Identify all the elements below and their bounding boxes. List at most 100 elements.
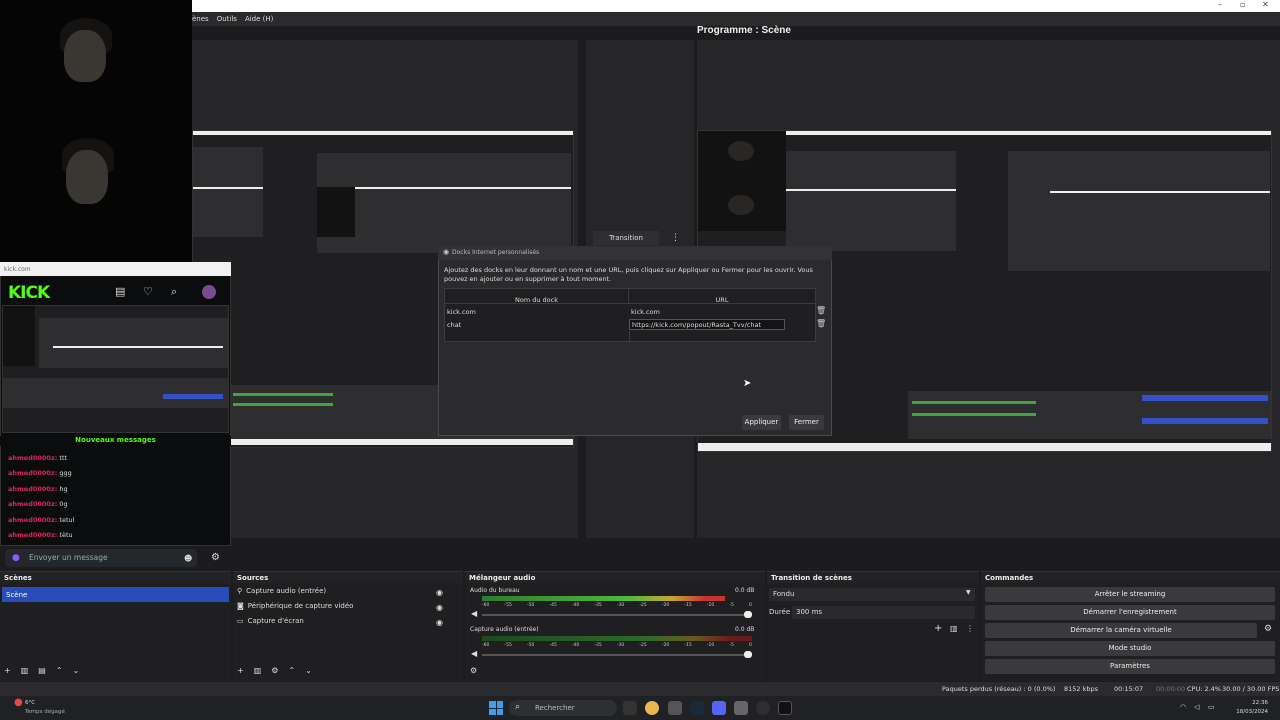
audio-meter	[482, 636, 752, 641]
duration-input[interactable]: 300 ms	[792, 606, 975, 619]
gear-icon[interactable]: ⚙	[271, 666, 278, 675]
weather-icon[interactable]: ●	[14, 697, 23, 708]
maximize-icon[interactable]: ▫	[1240, 0, 1245, 9]
volume-icon[interactable]: ◁	[1194, 703, 1199, 711]
clock-date[interactable]: 18/03/2024	[1228, 709, 1268, 715]
heart-icon[interactable]: ♡	[143, 285, 153, 298]
eye-icon[interactable]: ◉	[436, 603, 443, 612]
new-messages-banner[interactable]: Nouveaux messages	[0, 436, 231, 446]
meter-tick-label: -50	[526, 643, 535, 648]
speaker-icon[interactable]: ◀	[471, 649, 477, 658]
dialog-description: Ajoutez des docks en leur donnant un nom…	[444, 266, 813, 283]
webcam-overlay	[0, 0, 192, 262]
chrome-icon[interactable]	[645, 701, 659, 715]
volume-slider[interactable]	[482, 654, 752, 656]
more-icon[interactable]: ⋮	[966, 624, 974, 633]
eye-icon[interactable]: ◉	[436, 588, 443, 597]
emoji-icon[interactable]: ☻	[184, 554, 192, 563]
table-row-url[interactable]: kick.com	[631, 308, 660, 316]
battery-icon[interactable]: ▭	[1208, 703, 1215, 711]
start-virtual-camera-button[interactable]: Démarrer la caméra virtuelle	[985, 623, 1257, 638]
settings-button[interactable]: Paramètres	[985, 659, 1275, 674]
studio-mode-button[interactable]: Mode studio	[985, 641, 1275, 656]
mouse-cursor-icon: ➤	[743, 378, 752, 389]
trash-icon[interactable]: 🗑	[816, 306, 826, 315]
add-icon[interactable]: +	[4, 666, 11, 675]
taskbar	[0, 696, 1280, 720]
chat-message: ahmed0000z: ggg	[8, 469, 72, 477]
trash-icon[interactable]: ▥	[254, 666, 262, 675]
stop-streaming-button[interactable]: Arrêter le streaming	[985, 587, 1275, 602]
gear-icon[interactable]: ⚙	[1264, 624, 1272, 634]
kick-url-bar[interactable]: kick.com	[0, 262, 231, 276]
chat-message: ahmed0000z: hg	[8, 485, 68, 493]
calendar-icon[interactable]: ▤	[115, 285, 125, 298]
down-icon[interactable]: ⌄	[73, 666, 80, 675]
steam-icon[interactable]	[690, 701, 704, 715]
start-recording-button[interactable]: Démarrer l'enregistrement	[985, 605, 1275, 620]
close-button[interactable]: Fermer	[789, 415, 824, 430]
weather-temp[interactable]: 6°C	[25, 700, 35, 706]
trash-icon[interactable]: ▥	[950, 624, 958, 633]
meter-tick-label: -40	[571, 643, 580, 648]
url-edit-field[interactable]: https://kick.com/popout/Rasta_Tvv/chat	[629, 319, 785, 330]
taskview-icon[interactable]	[623, 701, 637, 715]
apply-button[interactable]: Appliquer	[742, 415, 781, 430]
menu-help[interactable]: Aide (H)	[245, 15, 273, 23]
volume-handle[interactable]	[744, 611, 752, 618]
meter-tick-label: -10	[706, 643, 715, 648]
settings-icon[interactable]	[734, 701, 748, 715]
filter-icon[interactable]: ▤	[38, 666, 46, 675]
up-icon[interactable]: ⌃	[56, 666, 63, 675]
meter-tick-label: -45	[549, 603, 557, 608]
clock-time[interactable]: 22:36	[1228, 700, 1268, 706]
transition-select[interactable]: Fondu	[769, 588, 975, 601]
scene-item[interactable]: Scène	[2, 587, 229, 602]
search-icon[interactable]: ⌕	[171, 285, 177, 299]
add-icon[interactable]: +	[237, 666, 244, 675]
monitor-icon: ▭	[237, 616, 244, 625]
up-icon[interactable]: ⌃	[288, 666, 295, 675]
avatar[interactable]	[202, 285, 216, 299]
more-icon[interactable]: ⋮	[671, 231, 680, 245]
meter-tick-label: 0	[748, 603, 752, 608]
close-icon[interactable]: ✕	[1262, 0, 1269, 9]
channel-db: 0.0 dB	[735, 626, 755, 633]
gear-icon[interactable]: ⚙	[211, 552, 220, 563]
minimize-icon[interactable]: –	[1218, 0, 1222, 9]
menu-tools[interactable]: Outils	[217, 15, 237, 23]
eye-icon[interactable]: ◉	[436, 618, 443, 627]
wifi-icon[interactable]: ◠	[1180, 703, 1186, 711]
mixer-settings-icon[interactable]: ⚙	[470, 666, 477, 675]
dialog-title: Docks Internet personnalisés	[438, 246, 832, 260]
meter-tick-label: -35	[594, 643, 602, 648]
meter-tick-label: -55	[504, 643, 512, 648]
app-icon[interactable]	[668, 701, 682, 715]
down-icon[interactable]: ⌄	[305, 666, 312, 675]
kick-app-icon[interactable]	[778, 701, 792, 715]
trash-icon[interactable]: 🗑	[816, 319, 826, 328]
table-row-name[interactable]: kick.com	[447, 308, 476, 316]
obs-icon: ◉	[443, 248, 450, 256]
add-icon[interactable]: +	[934, 623, 942, 634]
taskbar-search[interactable]: Rechercher	[509, 700, 617, 716]
mic-icon[interactable]: ●	[12, 553, 20, 563]
meter-tick-label: -30	[616, 643, 625, 648]
table-row-name[interactable]: chat	[447, 321, 461, 329]
volume-slider[interactable]	[482, 614, 752, 616]
obs-icon[interactable]	[756, 701, 770, 715]
speaker-icon[interactable]: ◀	[471, 609, 477, 618]
chevron-down-icon[interactable]: ▼	[966, 589, 971, 596]
chat-message-input[interactable]: Envoyer un message	[5, 549, 197, 567]
fps: 30.00 / 30.00 FPS	[1222, 685, 1280, 693]
start-icon[interactable]	[489, 701, 503, 715]
transition-button[interactable]: Transition	[593, 231, 659, 245]
trash-icon[interactable]: ▥	[21, 666, 29, 675]
channel-db: 0.0 dB	[735, 587, 755, 594]
volume-handle[interactable]	[744, 651, 752, 658]
bitrate: 8152 kbps	[1064, 685, 1099, 693]
chat-message: ahmed0000z: tètu	[8, 531, 73, 539]
discord-icon[interactable]	[712, 701, 726, 715]
cpu-usage: CPU: 2.4%	[1187, 685, 1221, 693]
menu-scenes[interactable]: ènes	[192, 15, 209, 23]
